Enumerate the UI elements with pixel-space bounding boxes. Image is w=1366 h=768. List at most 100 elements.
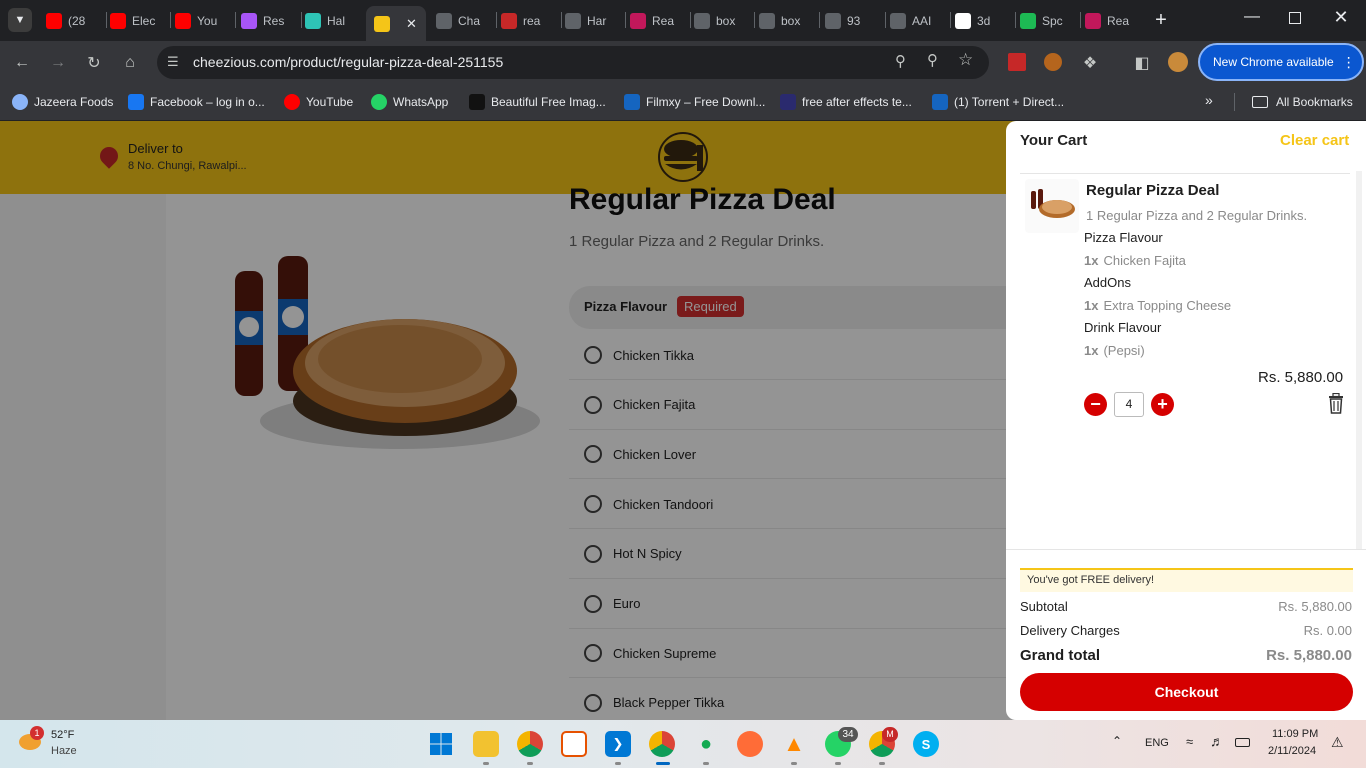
extension-red-icon[interactable] bbox=[1008, 53, 1026, 71]
wifi-icon[interactable]: ≈ bbox=[1186, 734, 1193, 749]
restore-button[interactable] bbox=[1289, 12, 1301, 24]
bookmark-item[interactable]: Beautiful Free Imag... bbox=[469, 93, 606, 111]
kebab-menu-icon: ⋮ bbox=[1341, 53, 1356, 70]
new-tab-button[interactable]: + bbox=[1151, 9, 1171, 31]
running-indicator bbox=[483, 762, 489, 765]
browser-tab[interactable]: Rea bbox=[1085, 7, 1141, 34]
browser-tab[interactable]: Res bbox=[241, 7, 297, 34]
back-button[interactable]: ← bbox=[10, 51, 34, 75]
language-indicator[interactable]: ENG bbox=[1145, 737, 1169, 749]
postman-icon[interactable] bbox=[737, 731, 763, 757]
bookmark-item[interactable]: YouTube bbox=[284, 93, 353, 111]
url-text[interactable]: cheezious.com/product/regular-pizza-deal… bbox=[193, 54, 503, 70]
browser-tab[interactable]: AAI bbox=[890, 7, 946, 34]
extensions-puzzle-icon[interactable]: ❖ bbox=[1078, 51, 1102, 75]
tab-label: Cha bbox=[458, 13, 481, 28]
cart-scrollbar[interactable] bbox=[1356, 171, 1362, 549]
reload-button[interactable]: ↻ bbox=[82, 51, 106, 75]
chrome-icon[interactable] bbox=[517, 731, 543, 757]
location-icon[interactable]: ⚲ bbox=[895, 52, 906, 70]
side-panel-icon[interactable]: ◧ bbox=[1130, 51, 1154, 75]
browser-tab[interactable]: ✕ bbox=[366, 6, 426, 41]
windows-start-icon[interactable] bbox=[428, 731, 454, 757]
paint-app-icon[interactable] bbox=[561, 731, 587, 757]
delete-item-button[interactable] bbox=[1327, 392, 1345, 415]
browser-tab[interactable]: rea bbox=[501, 7, 557, 34]
browser-tab[interactable]: Elec bbox=[110, 7, 166, 34]
notification-bell-icon[interactable]: ⚠ bbox=[1331, 734, 1344, 751]
all-bookmarks-button[interactable]: All Bookmarks bbox=[1252, 93, 1353, 111]
tab-label: 93 bbox=[847, 13, 861, 28]
tab-separator bbox=[235, 12, 236, 28]
cart-option-qty: 1x bbox=[1084, 343, 1099, 358]
profile-avatar[interactable] bbox=[1168, 52, 1188, 72]
bookmark-item[interactable]: (1) Torrent + Direct... bbox=[932, 93, 1064, 111]
weather-widget[interactable]: 1 52°F Haze bbox=[16, 726, 96, 762]
clock-time[interactable]: 11:09 PM bbox=[1272, 728, 1318, 740]
browser-tab[interactable]: (28 bbox=[46, 7, 102, 34]
bookmark-item[interactable]: Filmxy – Free Downl... bbox=[624, 93, 765, 111]
react-icon bbox=[1085, 12, 1101, 29]
bookmark-label: Facebook – log in o... bbox=[150, 95, 265, 109]
browser-tab[interactable]: Rea bbox=[630, 7, 686, 34]
increase-quantity-button[interactable]: + bbox=[1151, 393, 1174, 416]
tab-separator bbox=[754, 12, 755, 28]
cart-title: Your Cart bbox=[1020, 132, 1088, 149]
chrome-profile-icon[interactable] bbox=[649, 731, 675, 757]
folder-icon bbox=[1252, 96, 1268, 108]
bookmark-item[interactable]: WhatsApp bbox=[371, 93, 448, 111]
battery-icon[interactable] bbox=[1235, 738, 1250, 747]
bookmark-item[interactable]: Jazeera Foods bbox=[12, 93, 113, 111]
site-info-icon[interactable]: ☰ bbox=[167, 54, 183, 70]
browser-tab[interactable]: box bbox=[759, 7, 815, 34]
tab-label: AAI bbox=[912, 13, 932, 28]
browser-tab[interactable]: You bbox=[175, 7, 231, 34]
close-tab-icon[interactable]: ✕ bbox=[406, 16, 417, 32]
cookie-extension-icon[interactable] bbox=[1044, 53, 1062, 71]
clear-cart-link[interactable]: Clear cart bbox=[1280, 132, 1349, 149]
tab-separator bbox=[561, 12, 562, 28]
show-hidden-icons-chevron[interactable]: ⌃ bbox=[1112, 734, 1122, 748]
tab-strip: ▼ (28 Elec You Res Hal ✕ Cha rea Har Rea box box 93 A… bbox=[0, 0, 1366, 41]
cart-option-value: Extra Topping Cheese bbox=[1103, 298, 1232, 313]
vscode-icon[interactable]: ❯ bbox=[605, 731, 631, 757]
tab-search-button[interactable]: ▼ bbox=[8, 8, 32, 32]
browser-tab[interactable]: 3d bbox=[955, 7, 1011, 34]
minimize-button[interactable]: — bbox=[1243, 8, 1261, 32]
home-button[interactable]: ⌂ bbox=[118, 51, 142, 75]
tab-separator bbox=[170, 12, 171, 28]
bookmark-red-icon bbox=[501, 12, 517, 29]
skype-icon[interactable]: S bbox=[913, 731, 939, 757]
whatsapp-icon bbox=[371, 94, 387, 110]
youtube-icon bbox=[284, 94, 300, 110]
bookmark-star-icon[interactable]: ☆ bbox=[958, 50, 973, 70]
close-window-button[interactable]: ✕ bbox=[1332, 7, 1350, 31]
decrease-quantity-button[interactable]: − bbox=[1084, 393, 1107, 416]
cart-option-qty: 1x bbox=[1084, 298, 1099, 313]
zoom-icon[interactable]: ⚲ bbox=[927, 51, 938, 69]
bookmark-item[interactable]: Facebook – log in o... bbox=[128, 93, 265, 111]
clock-date[interactable]: 2/11/2024 bbox=[1268, 745, 1316, 757]
browser-tab[interactable]: Har bbox=[565, 7, 621, 34]
bookmark-label: Beautiful Free Imag... bbox=[491, 95, 606, 109]
bookmark-item[interactable]: free after effects te... bbox=[780, 93, 912, 111]
browser-tab[interactable]: Cha bbox=[436, 7, 492, 34]
tab-label: box bbox=[781, 13, 801, 28]
browser-tab[interactable]: 93 bbox=[825, 7, 881, 34]
checkout-button[interactable]: Checkout bbox=[1020, 673, 1353, 711]
browser-tab[interactable]: Spc bbox=[1020, 7, 1076, 34]
volume-icon[interactable]: ♬ bbox=[1210, 733, 1224, 749]
bookmarks-divider bbox=[1234, 93, 1235, 111]
quantity-input[interactable]: 4 bbox=[1114, 392, 1144, 417]
subtotal-value: Rs. 5,880.00 bbox=[1278, 599, 1352, 614]
forward-button[interactable]: → bbox=[46, 51, 70, 75]
new-chrome-available-button[interactable]: New Chrome available ⋮ bbox=[1198, 43, 1364, 81]
address-bar[interactable]: ☰ cheezious.com/product/regular-pizza-de… bbox=[157, 46, 989, 79]
minus-icon: − bbox=[1090, 394, 1101, 414]
browser-tab[interactable]: Hal bbox=[305, 7, 361, 34]
browser-tab[interactable]: box bbox=[694, 7, 750, 34]
vlc-icon[interactable]: ▲ bbox=[781, 731, 807, 757]
file-explorer-icon[interactable] bbox=[473, 731, 499, 757]
mongodb-icon[interactable]: ● bbox=[693, 731, 719, 757]
bookmarks-overflow-icon[interactable]: » bbox=[1205, 92, 1213, 108]
